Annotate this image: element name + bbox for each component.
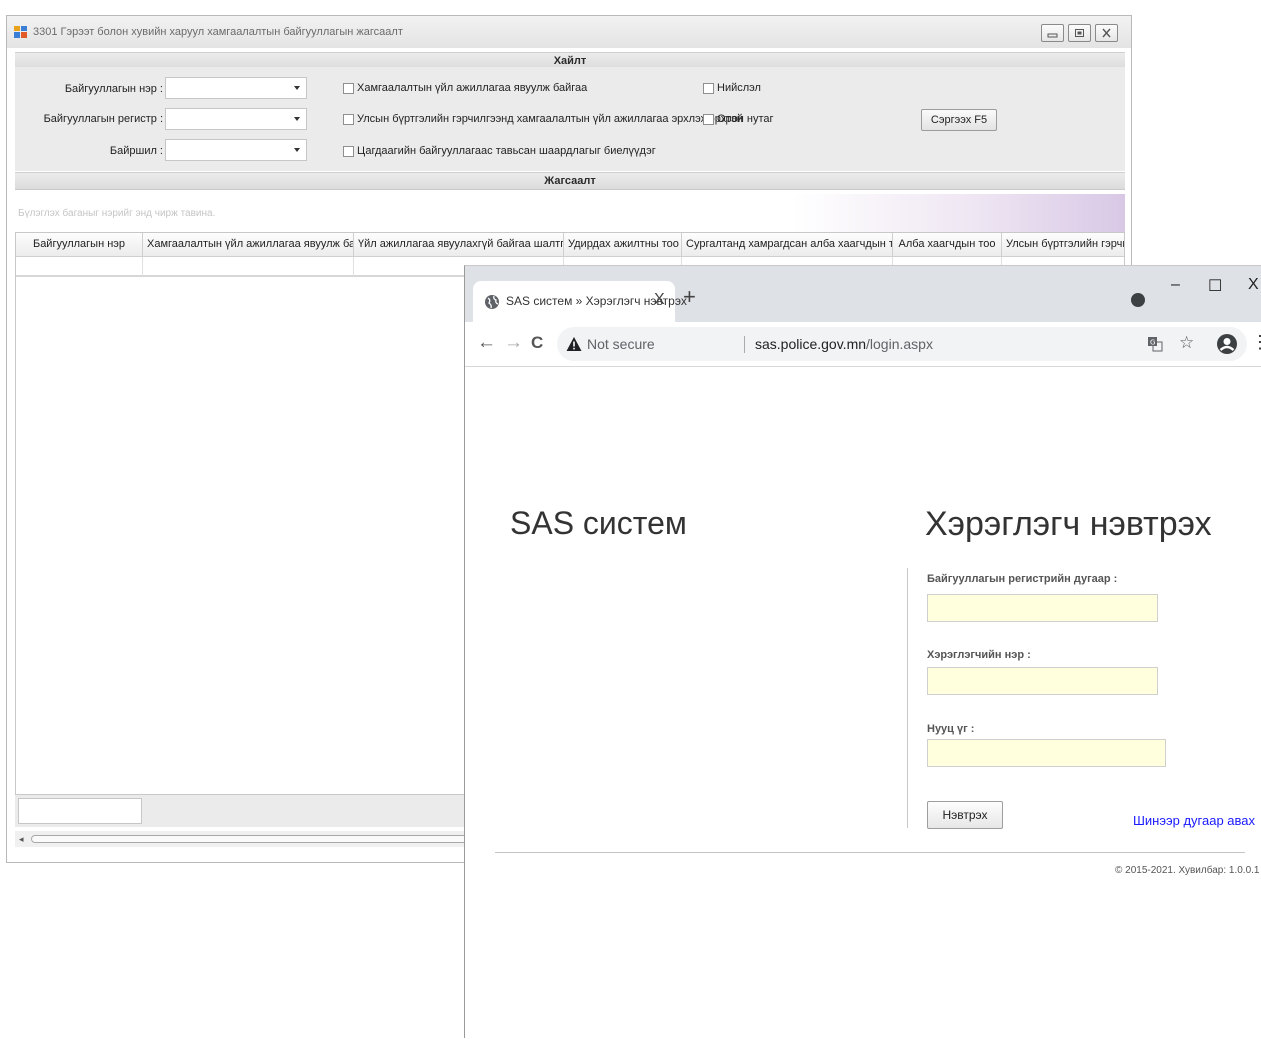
maximize-icon (1075, 29, 1084, 37)
browser-maximize-button[interactable]: ☐ (1208, 276, 1222, 296)
browser-close-button[interactable]: X (1248, 276, 1259, 294)
refresh-button[interactable]: Сэргээх F5 (921, 109, 997, 131)
reload-button[interactable]: C (531, 333, 543, 353)
close-button[interactable] (1095, 24, 1118, 42)
brand-title: SAS систем (510, 505, 687, 541)
tab-login[interactable]: SAS систем » Хэрэглэгч нэвтрэх X (473, 281, 687, 322)
new-number-link[interactable]: Шинээр дугаар авах (1133, 813, 1255, 828)
column-header-org-name[interactable]: Байгууллагын нэр (16, 233, 143, 257)
police-requirements-checkbox[interactable]: Цагдаагийн байгууллагаас тавьсан шаардла… (343, 145, 656, 157)
profile-indicator-icon[interactable] (1131, 293, 1145, 307)
checkbox-box[interactable] (703, 113, 714, 125)
scroll-left-icon[interactable]: ◂ (19, 834, 24, 845)
username-input[interactable] (927, 667, 1158, 695)
capital-checkbox[interactable]: Нийслэл (703, 82, 761, 94)
vertical-divider (907, 568, 908, 828)
org-register-combo[interactable] (165, 108, 307, 130)
capital-label: Нийслэл (717, 82, 761, 94)
browser-toolbar: ← → C Not secure sas.police.gov.mn/login… (465, 322, 1261, 367)
address-bar[interactable]: Not secure sas.police.gov.mn/login.aspx … (557, 327, 1247, 361)
back-button[interactable]: ← (477, 332, 496, 354)
column-header-trained-count[interactable]: Сургалтанд хамрагдсан алба хаагчдын тоо (682, 233, 893, 257)
column-header-managers-count[interactable]: Удирдах ажилтны тоо (564, 233, 682, 257)
address-separator (744, 336, 745, 353)
group-by-panel[interactable]: Бүлэглэх баганыг нэрийг энд чирж тавина. (15, 194, 1125, 232)
column-header-state-certificate[interactable]: Улсын бүртгэлийн гэрчилгэ (1002, 233, 1124, 257)
app-icon (14, 26, 27, 38)
chevron-down-icon (294, 148, 300, 152)
countryside-checkbox[interactable]: Орон нутаг (703, 113, 774, 125)
police-requirements-label: Цагдаагийн байгууллагаас тавьсан шаардла… (357, 145, 656, 157)
close-tab-icon[interactable]: X (654, 291, 665, 309)
table-cell[interactable] (16, 257, 143, 277)
password-input[interactable] (927, 739, 1166, 767)
username-label: Хэрэглэгчийн нэр : (927, 649, 1031, 661)
url-path: /login.aspx (866, 336, 933, 352)
password-label: Нууц үг : (927, 723, 975, 735)
browser-minimize-button[interactable]: – (1171, 276, 1180, 294)
org-name-label: Байгууллагын нэр : (64, 83, 163, 95)
translate-icon[interactable]: G (1147, 336, 1163, 352)
page-content: SAS систем Хэрэглэгч нэвтрэх Байгууллагы… (465, 367, 1261, 1039)
copyright-text: © 2015-2021. Хувилбар: 1.0.0.1 (1115, 865, 1260, 876)
column-header-staff-count[interactable]: Алба хаагчдын тоо (893, 233, 1002, 257)
grid-header-row: Байгууллагын нэр Хамгаалалтын үйл ажилла… (16, 233, 1124, 257)
countryside-label: Орон нутаг (717, 113, 774, 125)
window-title-bar: 3301 Гэрээт болон хувийн харуул хамгаала… (7, 16, 1131, 48)
group-by-hint: Бүлэглэх баганыг нэрийг энд чирж тавина. (18, 208, 216, 219)
checkbox-box[interactable] (343, 145, 354, 157)
register-number-input[interactable] (927, 594, 1158, 622)
maximize-button[interactable] (1068, 24, 1091, 42)
menu-icon[interactable]: ⋮ (1251, 332, 1261, 353)
warning-icon (566, 337, 582, 351)
location-combo[interactable] (165, 139, 307, 161)
chevron-down-icon (294, 86, 300, 90)
list-section-header: Жагсаалт (15, 172, 1125, 190)
security-status[interactable]: Not secure (587, 336, 655, 352)
new-tab-button[interactable]: + (683, 284, 696, 310)
checkbox-box[interactable] (703, 82, 714, 94)
column-header-inactive-reason[interactable]: Үйл ажиллагаа явуулахгүй байгаа шалтгаан (354, 233, 564, 257)
minimize-icon (1047, 33, 1058, 37)
globe-icon (485, 295, 499, 309)
svg-text:G: G (1150, 339, 1155, 347)
window-title: 3301 Гэрээт болон хувийн харуул хамгаала… (33, 26, 403, 38)
login-heading: Хэрэглэгч нэвтрэх (925, 505, 1212, 543)
url-text[interactable]: sas.police.gov.mn/login.aspx (755, 336, 933, 352)
browser-window: SAS систем » Хэрэглэгч нэвтрэх X + – ☐ X… (464, 265, 1261, 1039)
tab-strip: SAS систем » Хэрэглэгч нэвтрэх X + – ☐ X (465, 266, 1261, 322)
register-number-label: Байгууллагын регистрийн дугаар : (927, 573, 1118, 585)
footer-divider (495, 852, 1245, 853)
state-registered-label: Улсын бүртгэлийн гэрчилгээнд хамгаалалты… (357, 113, 743, 125)
login-button[interactable]: Нэвтрэх (927, 801, 1003, 829)
footer-input[interactable] (18, 798, 142, 824)
org-register-label: Байгууллагын регистр : (43, 113, 163, 125)
checkbox-box[interactable] (343, 82, 354, 94)
url-host: sas.police.gov.mn (755, 336, 867, 352)
account-icon[interactable] (1216, 333, 1238, 355)
bookmark-star-icon[interactable]: ☆ (1179, 333, 1194, 353)
chevron-down-icon (294, 117, 300, 121)
forward-button[interactable]: → (504, 332, 523, 354)
location-label: Байршил : (109, 145, 163, 157)
scrollbar-thumb[interactable] (31, 835, 471, 843)
org-name-combo[interactable] (165, 77, 307, 99)
column-header-active-protection[interactable]: Хамгаалалтын үйл ажиллагаа явуулж байгаа… (143, 233, 354, 257)
minimize-button[interactable] (1041, 24, 1064, 42)
active-protection-checkbox[interactable]: Хамгаалалтын үйл ажиллагаа явуулж байгаа (343, 82, 587, 94)
state-registered-checkbox[interactable]: Улсын бүртгэлийн гэрчилгээнд хамгаалалты… (343, 113, 743, 125)
close-icon (1102, 28, 1111, 38)
checkbox-box[interactable] (343, 113, 354, 125)
table-cell[interactable] (143, 257, 354, 277)
active-protection-label: Хамгаалалтын үйл ажиллагаа явуулж байгаа (357, 82, 588, 94)
